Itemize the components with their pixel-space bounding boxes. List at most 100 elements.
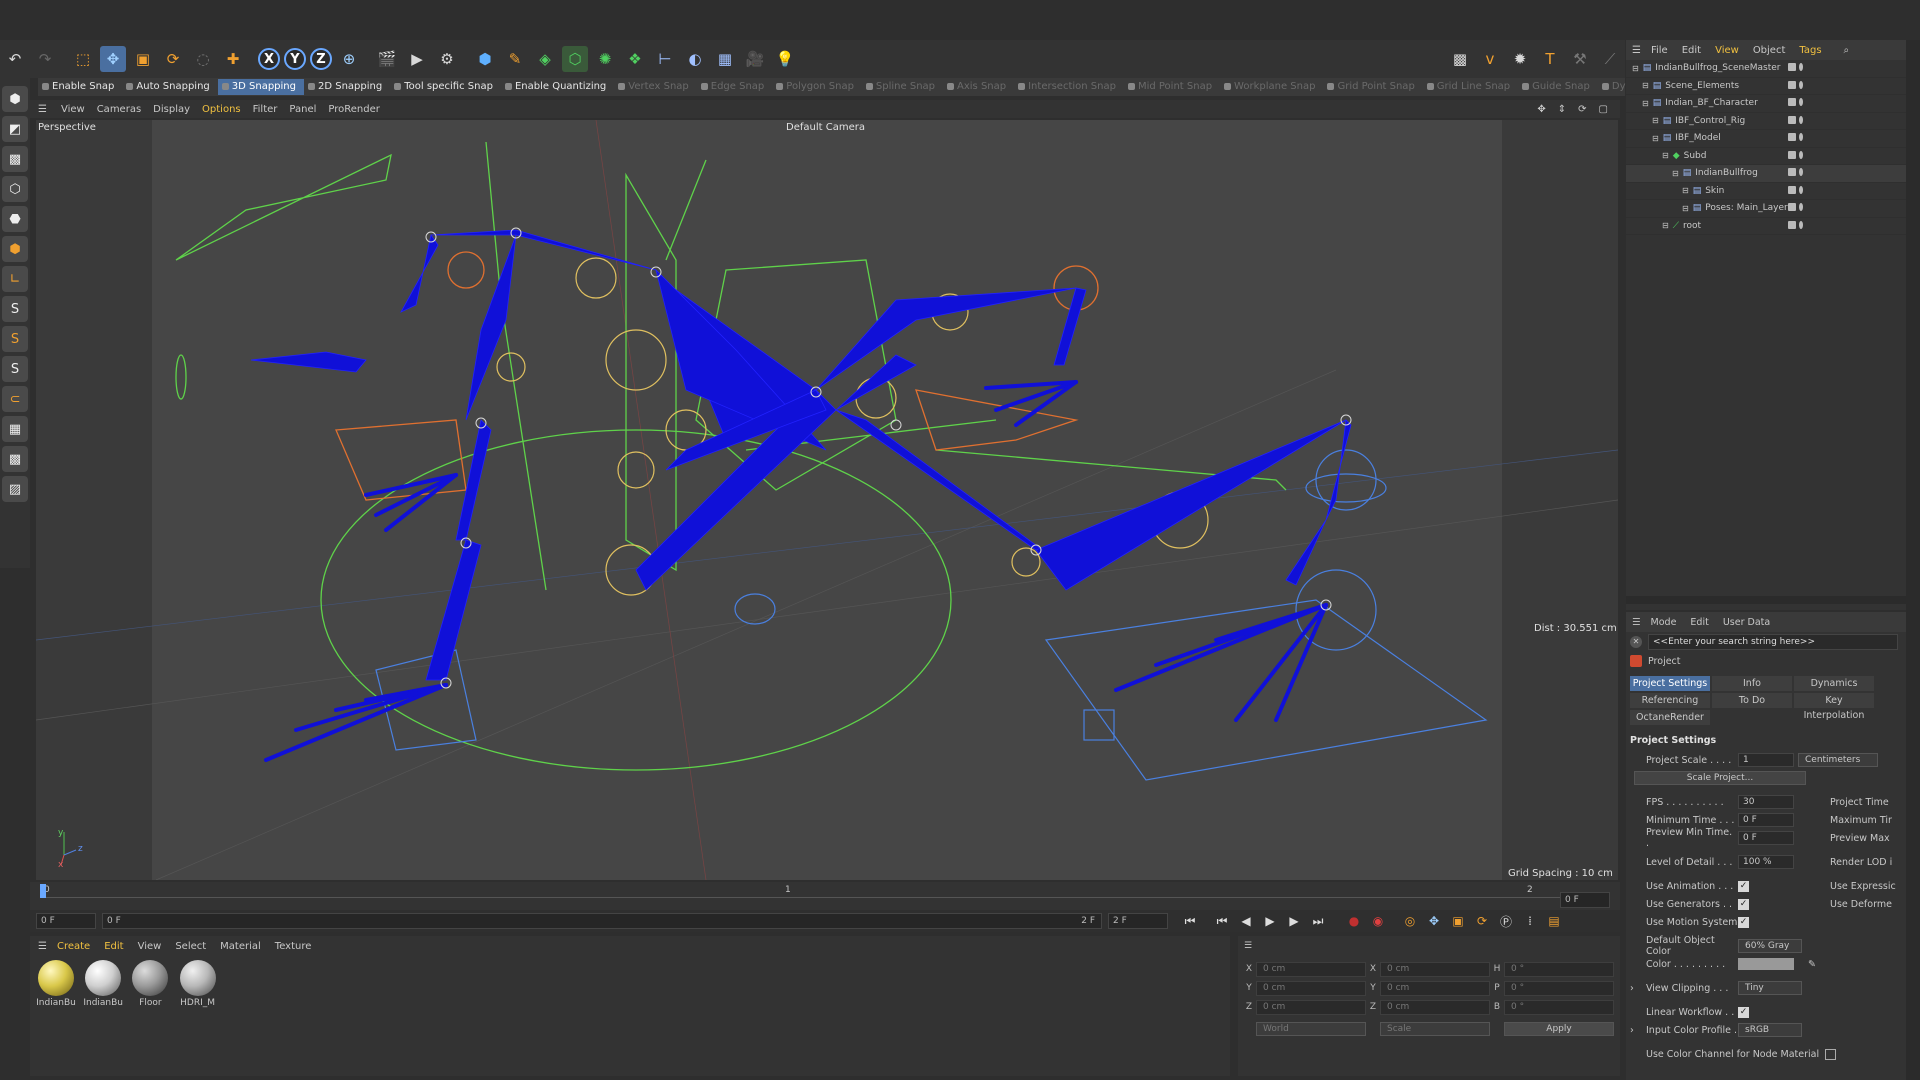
move-icon[interactable]: ✥ (100, 46, 126, 72)
expand-toggle-icon[interactable]: ⊟ (1642, 99, 1649, 108)
expand-toggle-icon[interactable]: ⊟ (1682, 186, 1689, 195)
object-row[interactable]: ⊟ ▤ Poses: Main_Layer (1626, 200, 1920, 218)
visibility-toggle-icon[interactable] (1788, 63, 1812, 73)
snap-enable[interactable]: Enable Snap (38, 79, 122, 95)
snap-midpoint[interactable]: Mid Point Snap (1124, 79, 1220, 95)
prev-key-icon[interactable]: ⏮ (1212, 912, 1232, 930)
object-row[interactable]: ⊟ ▤ Indian_BF_Character (1626, 95, 1920, 113)
key-pla-icon[interactable]: ⁞ (1520, 912, 1540, 930)
material-menu-select[interactable]: Select (175, 941, 206, 952)
visibility-toggle-icon[interactable] (1788, 115, 1812, 126)
workplane-icon[interactable]: ▦ (2, 416, 28, 442)
range-slider[interactable]: 0 F 2 F (102, 913, 1102, 929)
key-position-icon[interactable]: ✥ (1424, 912, 1444, 930)
render-settings-icon[interactable]: ⚙ (434, 46, 460, 72)
scale-icon[interactable]: ▣ (130, 46, 156, 72)
material-menu-create[interactable]: Create (57, 941, 90, 952)
viewport-menu-options[interactable]: Options (202, 104, 241, 115)
snap-tool-specific[interactable]: Tool specific Snap (390, 79, 501, 95)
snap-intersection[interactable]: Intersection Snap (1014, 79, 1124, 95)
fps-field[interactable]: 30 (1738, 795, 1794, 809)
scale-x-field[interactable]: 0 cm (1380, 961, 1490, 977)
visibility-toggle-icon[interactable] (1788, 220, 1812, 231)
text-icon[interactable]: T (1537, 46, 1563, 72)
tab-dynamics[interactable]: Dynamics (1794, 676, 1874, 691)
deformer-icon[interactable]: ✺ (592, 46, 618, 72)
material-menu-view[interactable]: View (138, 941, 162, 952)
position-x-field[interactable]: 0 cm (1256, 961, 1366, 977)
tab-octanerender[interactable]: OctaneRender (1630, 710, 1710, 725)
object-menu-edit[interactable]: Edit (1682, 45, 1701, 56)
cube-icon[interactable]: ⬢ (472, 46, 498, 72)
key-param-icon[interactable]: Ⓟ (1496, 912, 1516, 930)
viewport-perspective[interactable]: Perspective Default Camera Dist : 30.551… (36, 120, 1618, 880)
field-icon[interactable]: ⊢ (652, 46, 678, 72)
visibility-toggle-icon[interactable] (1788, 98, 1812, 108)
viewport-rotate-icon[interactable]: ⟳ (1578, 104, 1586, 115)
use-animation-checkbox[interactable]: ✓ (1738, 880, 1749, 892)
viewport-menu-cameras[interactable]: Cameras (97, 104, 141, 115)
input-profile-dropdown[interactable]: sRGB (1738, 1023, 1802, 1037)
timeline-layout-icon[interactable]: ▤ (1544, 912, 1564, 930)
playhead[interactable] (40, 884, 46, 898)
subdivision-icon[interactable]: ◈ (532, 46, 558, 72)
search-icon[interactable]: ⌕ (1844, 45, 1850, 56)
key-rotation-icon[interactable]: ⟳ (1472, 912, 1492, 930)
prev-frame-icon[interactable]: ◀ (1236, 912, 1256, 930)
mograph-icon[interactable]: ❖ (622, 46, 648, 72)
expand-toggle-icon[interactable]: ⊟ (1682, 204, 1689, 213)
light-icon[interactable]: 💡 (772, 46, 798, 72)
material-swatch[interactable]: Floor (130, 960, 170, 1008)
redo-icon[interactable]: ↷ (32, 46, 58, 72)
expand-toggle-icon[interactable]: ⊟ (1632, 64, 1639, 73)
visibility-toggle-icon[interactable] (1788, 150, 1812, 161)
rotate-icon[interactable]: ⟳ (160, 46, 186, 72)
recent-tools-icon[interactable]: ◌ (190, 46, 216, 72)
position-y-field[interactable]: 0 cm (1256, 980, 1366, 996)
play-icon[interactable]: ▶ (1260, 912, 1280, 930)
snap-spline[interactable]: Spline Snap (862, 79, 943, 95)
lock-workplane-icon[interactable]: ▩ (2, 446, 28, 472)
solo-selection-icon[interactable]: S (2, 356, 28, 382)
viewport-menu-prorender[interactable]: ProRender (328, 104, 379, 115)
axis-mode-icon[interactable]: ∟ (2, 266, 28, 292)
min-time-field[interactable]: 0 F (1738, 813, 1794, 827)
side-tabs-strip[interactable] (1906, 40, 1920, 1080)
next-frame-icon[interactable]: ▶ (1284, 912, 1304, 930)
viewport-maximize-icon[interactable]: ▢ (1599, 104, 1608, 115)
attr-menu-user-data[interactable]: User Data (1723, 617, 1770, 628)
close-icon[interactable]: ✕ (1630, 636, 1642, 648)
object-scrollbar[interactable] (1626, 596, 1906, 604)
brush-icon[interactable]: ⅴ (1477, 46, 1503, 72)
expand-icon[interactable]: › (1630, 1025, 1634, 1036)
eyedropper-icon[interactable]: ✎ (1808, 959, 1816, 970)
environment-icon[interactable]: ◐ (682, 46, 708, 72)
snap-magnet-icon[interactable]: ⊂ (2, 386, 28, 412)
visibility-toggle-icon[interactable] (1788, 185, 1812, 196)
position-z-field[interactable]: 0 cm (1256, 999, 1366, 1015)
snap-workplane[interactable]: Workplane Snap (1220, 79, 1323, 95)
scale-y-field[interactable]: 0 cm (1380, 980, 1490, 996)
viewport-menu-filter[interactable]: Filter (253, 104, 278, 115)
render-picture-viewer-icon[interactable]: ▶ (404, 46, 430, 72)
tab-to-do[interactable]: To Do (1712, 693, 1792, 708)
object-menu-tags[interactable]: Tags (1799, 45, 1821, 56)
material-swatch[interactable]: HDRI_M (178, 960, 218, 1008)
snap-3d[interactable]: 3D Snapping (217, 79, 304, 95)
start-frame-field[interactable]: 0 F (36, 913, 96, 929)
material-menu-edit[interactable]: Edit (104, 941, 123, 952)
go-to-start-icon[interactable]: ⏮ (1180, 912, 1200, 930)
expand-toggle-icon[interactable]: ⊟ (1642, 81, 1649, 90)
snap-auto[interactable]: Auto Snapping (122, 79, 217, 95)
object-row[interactable]: ⊟ ▤ Scene_Elements (1626, 78, 1920, 95)
edges-mode-icon[interactable]: ⬣ (2, 206, 28, 232)
floor-icon[interactable]: ▦ (712, 46, 738, 72)
view-clipping-dropdown[interactable]: Tiny (1738, 981, 1802, 995)
expand-toggle-icon[interactable]: ⊟ (1652, 116, 1659, 125)
snap-grid-line[interactable]: Grid Line Snap (1423, 79, 1518, 95)
viewport-zoom-icon[interactable]: ⇕ (1558, 104, 1566, 115)
use-generators-checkbox[interactable]: ✓ (1738, 898, 1749, 910)
key-scale-icon[interactable]: ▣ (1448, 912, 1468, 930)
x-axis-lock-button[interactable]: X (258, 48, 280, 70)
sculpt-icon[interactable]: ⚒ (1567, 46, 1593, 72)
